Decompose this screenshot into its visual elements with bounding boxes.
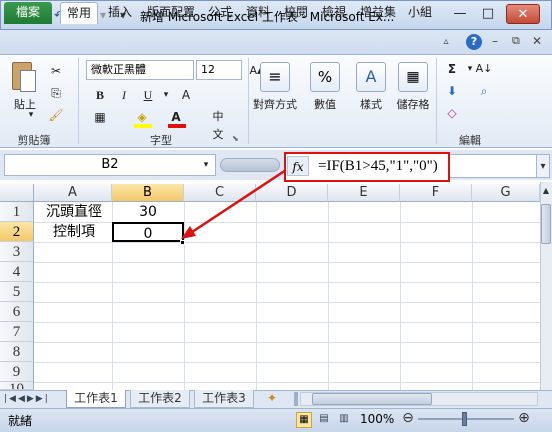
zoom-out-icon[interactable]: ⊖ [400, 410, 416, 426]
status-bar [0, 408, 552, 432]
insert-sheet-icon[interactable]: ✦ [258, 390, 286, 408]
normal-view-icon[interactable]: ▦ [296, 412, 312, 428]
zoom-slider-thumb[interactable] [462, 412, 467, 426]
tab-split-handle[interactable] [294, 392, 298, 406]
zoom-level[interactable]: 100% [360, 412, 394, 426]
sheet-tab-2[interactable]: 工作表2 [130, 390, 190, 408]
sheet-nav-icon[interactable]: |◀◀▶▶| [4, 392, 58, 406]
sheet-tab-1[interactable]: 工作表1 [66, 390, 126, 408]
zoom-in-icon[interactable]: ⊕ [516, 410, 532, 426]
annotation-arrow [181, 168, 287, 239]
horizontal-scroll-thumb[interactable] [312, 393, 432, 405]
page-layout-view-icon[interactable]: ▤ [316, 412, 332, 428]
sheet-tab-3[interactable]: 工作表3 [194, 390, 254, 408]
page-break-view-icon[interactable]: ▥ [336, 412, 352, 428]
status-ready: 就緒 [8, 414, 33, 428]
